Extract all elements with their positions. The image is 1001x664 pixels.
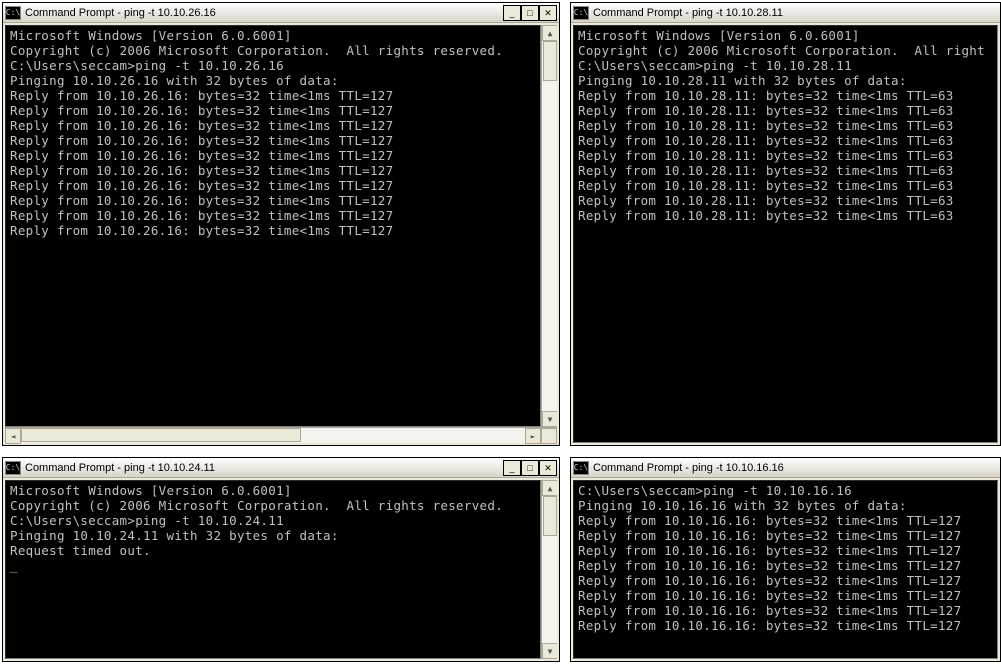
terminal-line: Reply from 10.10.26.16: bytes=32 time<1m… — [10, 223, 536, 238]
vertical-scrollbar[interactable]: ▲▼ — [541, 480, 557, 659]
terminal-line: Pinging 10.10.16.16 with 32 bytes of dat… — [578, 498, 993, 513]
command-prompt-window[interactable]: C:\ Command Prompt - ping -t 10.10.28.11 M… — [570, 2, 1001, 446]
close-button[interactable]: ✕ — [539, 5, 557, 21]
terminal-line: Reply from 10.10.16.16: bytes=32 time<1m… — [578, 588, 993, 603]
terminal-line: Copyright (c) 2006 Microsoft Corporation… — [10, 43, 536, 58]
terminal-line: Reply from 10.10.26.16: bytes=32 time<1m… — [10, 178, 536, 193]
window-controls: _□✕ — [503, 460, 557, 476]
terminal-line: Reply from 10.10.26.16: bytes=32 time<1m… — [10, 133, 536, 148]
scroll-track[interactable] — [542, 41, 557, 411]
terminal-line: Microsoft Windows [Version 6.0.6001] — [578, 28, 993, 43]
scroll-track[interactable] — [21, 428, 525, 443]
window-controls: _□✕ — [503, 5, 557, 21]
terminal-line: Reply from 10.10.28.11: bytes=32 time<1m… — [578, 88, 993, 103]
cmd-app-icon: C:\ — [573, 6, 589, 20]
terminal-line: Pinging 10.10.26.16 with 32 bytes of dat… — [10, 73, 536, 88]
terminal-line: Reply from 10.10.26.16: bytes=32 time<1m… — [10, 103, 536, 118]
command-prompt-window[interactable]: C:\Command Prompt - ping -t 10.10.24.11_… — [2, 457, 560, 662]
scroll-down-button[interactable]: ▼ — [542, 643, 557, 659]
terminal-line: Reply from 10.10.26.16: bytes=32 time<1m… — [10, 88, 536, 103]
window-title: Command Prompt - ping -t 10.10.28.11 — [593, 7, 998, 19]
terminal-line: Microsoft Windows [Version 6.0.6001] — [10, 483, 536, 498]
terminal-line: Reply from 10.10.28.11: bytes=32 time<1m… — [578, 193, 993, 208]
terminal-line: Pinging 10.10.28.11 with 32 bytes of dat… — [578, 73, 993, 88]
terminal-output[interactable]: Microsoft Windows [Version 6.0.6001]Copy… — [5, 480, 541, 659]
terminal-line: Reply from 10.10.26.16: bytes=32 time<1m… — [10, 163, 536, 178]
cmd-app-icon: C:\ — [5, 6, 21, 20]
titlebar[interactable]: C:\ Command Prompt - ping -t 10.10.24.11_… — [3, 458, 559, 478]
terminal-line: Reply from 10.10.26.16: bytes=32 time<1m… — [10, 193, 536, 208]
scroll-thumb[interactable] — [543, 496, 557, 536]
scroll-down-button[interactable]: ▼ — [542, 411, 557, 427]
terminal-line: Reply from 10.10.16.16: bytes=32 time<1m… — [578, 573, 993, 588]
minimize-button[interactable]: _ — [503, 5, 521, 21]
terminal-line: Reply from 10.10.16.16: bytes=32 time<1m… — [578, 513, 993, 528]
terminal-line: Reply from 10.10.16.16: bytes=32 time<1m… — [578, 558, 993, 573]
scroll-right-button[interactable]: ► — [525, 428, 541, 444]
terminal-line: C:\Users\seccam>ping -t 10.10.16.16 — [578, 483, 993, 498]
scroll-up-button[interactable]: ▲ — [542, 480, 557, 496]
client-area: Microsoft Windows [Version 6.0.6001]Copy… — [571, 23, 1000, 445]
terminal-line: Request timed out. — [10, 543, 536, 558]
terminal-output[interactable]: Microsoft Windows [Version 6.0.6001]Copy… — [5, 25, 541, 427]
window-title: Command Prompt - ping -t 10.10.16.16 — [593, 462, 998, 474]
terminal-line: Microsoft Windows [Version 6.0.6001] — [10, 28, 536, 43]
terminal-line: Reply from 10.10.28.11: bytes=32 time<1m… — [578, 133, 993, 148]
scroll-track[interactable] — [542, 496, 557, 643]
terminal-line: C:\Users\seccam>ping -t 10.10.26.16 — [10, 58, 536, 73]
terminal-line: Reply from 10.10.16.16: bytes=32 time<1m… — [578, 543, 993, 558]
terminal-line: C:\Users\seccam>ping -t 10.10.28.11 — [578, 58, 993, 73]
client-area: C:\Users\seccam>ping -t 10.10.16.16Pingi… — [571, 478, 1000, 661]
scroll-corner — [541, 428, 557, 444]
maximize-button[interactable]: □ — [521, 5, 539, 21]
terminal-output[interactable]: Microsoft Windows [Version 6.0.6001]Copy… — [573, 25, 998, 443]
terminal-line: Reply from 10.10.28.11: bytes=32 time<1m… — [578, 148, 993, 163]
close-button[interactable]: ✕ — [539, 460, 557, 476]
window-title: Command Prompt - ping -t 10.10.26.16 — [25, 7, 503, 19]
scroll-thumb[interactable] — [543, 41, 557, 81]
titlebar[interactable]: C:\ Command Prompt - ping -t 10.10.16.16 — [571, 458, 1000, 478]
window-title: Command Prompt - ping -t 10.10.24.11 — [25, 462, 503, 474]
horizontal-scrollbar[interactable]: ◄► — [5, 427, 557, 443]
terminal-line: Copyright (c) 2006 Microsoft Corporation… — [10, 498, 536, 513]
titlebar[interactable]: C:\ Command Prompt - ping -t 10.10.28.11 — [571, 3, 1000, 23]
minimize-button[interactable]: _ — [503, 460, 521, 476]
terminal-output[interactable]: C:\Users\seccam>ping -t 10.10.16.16Pingi… — [573, 480, 998, 659]
command-prompt-window[interactable]: C:\ Command Prompt - ping -t 10.10.26.16_… — [2, 2, 560, 446]
cmd-app-icon: C:\ — [5, 461, 21, 475]
terminal-line: Reply from 10.10.16.16: bytes=32 time<1m… — [578, 603, 993, 618]
command-prompt-window[interactable]: C:\Command Prompt - ping -t 10.10.16.16C… — [570, 457, 1001, 662]
terminal-line: Reply from 10.10.28.11: bytes=32 time<1m… — [578, 118, 993, 133]
maximize-button[interactable]: □ — [521, 460, 539, 476]
scroll-thumb[interactable] — [21, 428, 301, 442]
terminal-line: Pinging 10.10.24.11 with 32 bytes of dat… — [10, 528, 536, 543]
terminal-line: C:\Users\seccam>ping -t 10.10.24.11 — [10, 513, 536, 528]
terminal-line: Reply from 10.10.16.16: bytes=32 time<1m… — [578, 618, 993, 633]
terminal-line: Reply from 10.10.26.16: bytes=32 time<1m… — [10, 148, 536, 163]
terminal-line: Reply from 10.10.28.11: bytes=32 time<1m… — [578, 178, 993, 193]
scroll-up-button[interactable]: ▲ — [542, 25, 557, 41]
terminal-line: Reply from 10.10.26.16: bytes=32 time<1m… — [10, 118, 536, 133]
terminal-line: Copyright (c) 2006 Microsoft Corporation… — [578, 43, 993, 58]
terminal-line: Reply from 10.10.28.11: bytes=32 time<1m… — [578, 208, 993, 223]
terminal-line: Reply from 10.10.26.16: bytes=32 time<1m… — [10, 208, 536, 223]
cursor: _ — [10, 558, 18, 573]
terminal-line: Reply from 10.10.16.16: bytes=32 time<1m… — [578, 528, 993, 543]
titlebar[interactable]: C:\ Command Prompt - ping -t 10.10.26.16_… — [3, 3, 559, 23]
terminal-line: Reply from 10.10.28.11: bytes=32 time<1m… — [578, 103, 993, 118]
terminal-line: Reply from 10.10.28.11: bytes=32 time<1m… — [578, 163, 993, 178]
cmd-app-icon: C:\ — [573, 461, 589, 475]
vertical-scrollbar[interactable]: ▲▼ — [541, 25, 557, 427]
scroll-left-button[interactable]: ◄ — [5, 428, 21, 444]
client-area: Microsoft Windows [Version 6.0.6001]Copy… — [3, 478, 559, 661]
client-area: Microsoft Windows [Version 6.0.6001]Copy… — [3, 23, 559, 445]
